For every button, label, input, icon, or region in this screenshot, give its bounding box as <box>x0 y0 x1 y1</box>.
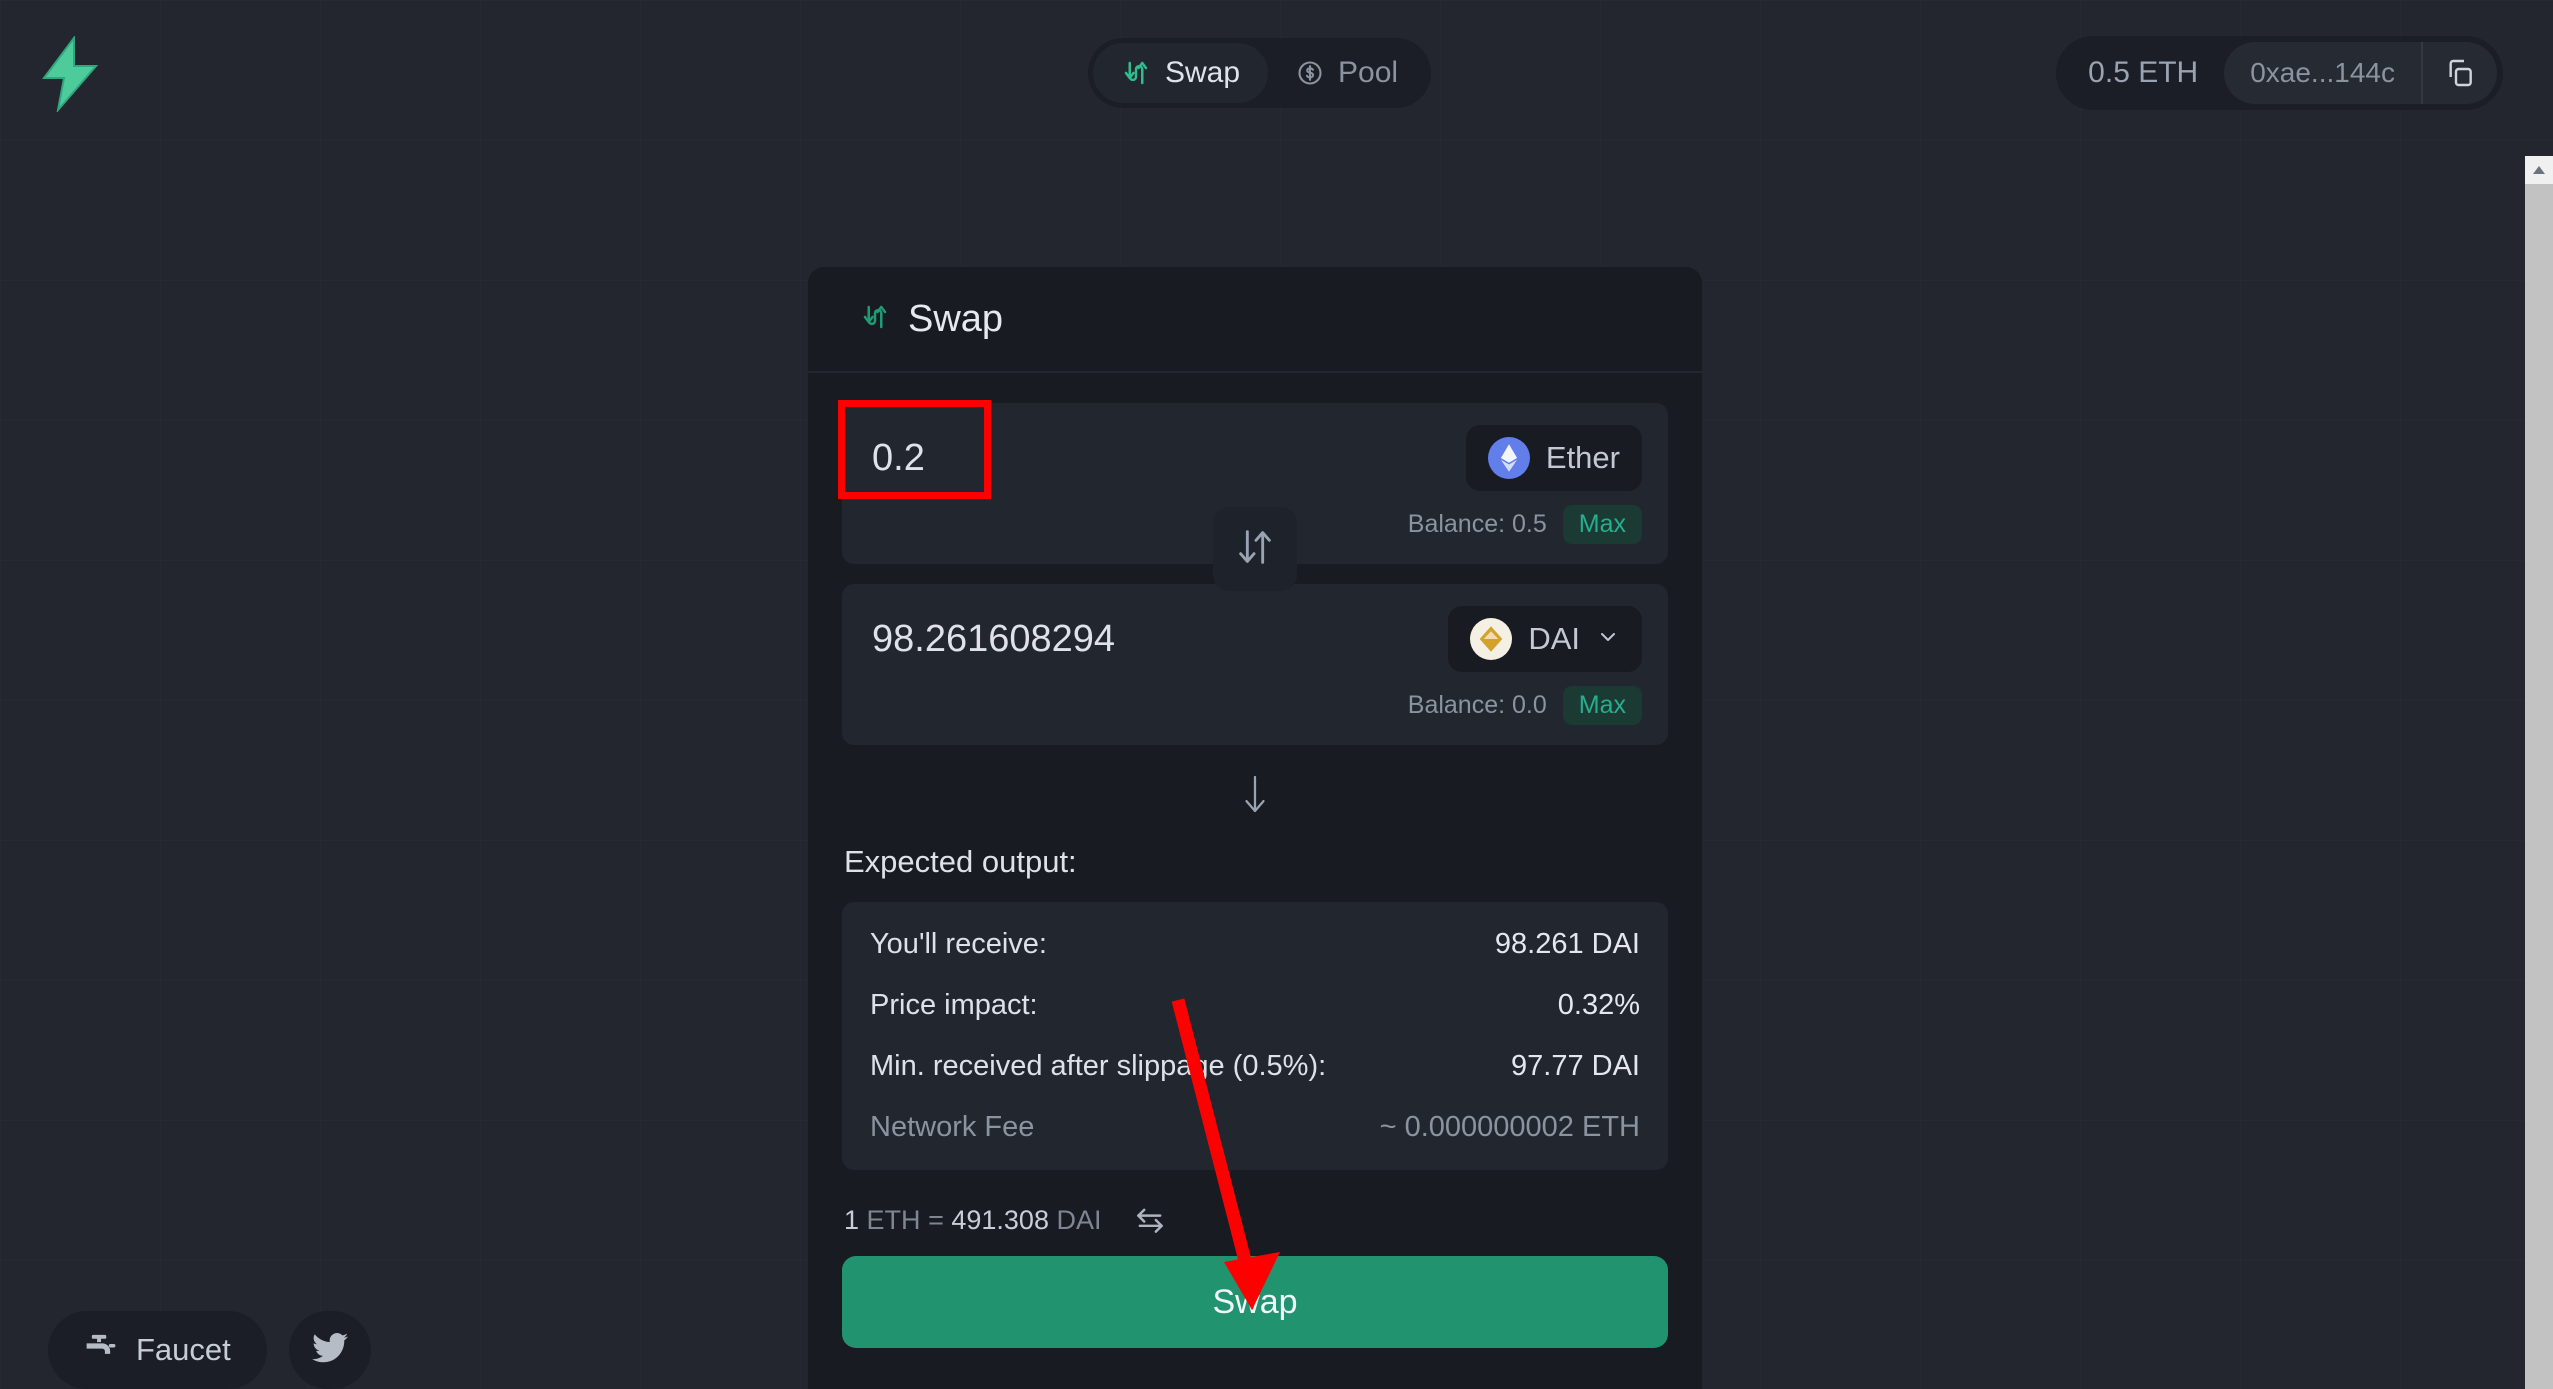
from-token-row: Ether <box>868 425 1642 491</box>
detail-row-network-fee: Network Fee ~ 0.000000002 ETH <box>870 1111 1640 1144</box>
wallet-balance: 0.5 ETH <box>2088 56 2199 89</box>
exchange-rate-text: 1 ETH = 491.308 DAI <box>844 1205 1102 1236</box>
ethereum-icon <box>1487 437 1530 479</box>
from-balance-label: Balance: 0.5 <box>1407 510 1547 538</box>
page-title: Swap <box>908 297 1004 340</box>
detail-key: Min. received after slippage (0.5%): <box>870 1050 1327 1082</box>
lightning-bolt-logo[interactable] <box>36 35 104 114</box>
to-max-button[interactable]: Max <box>1562 686 1642 725</box>
twitter-bird-icon <box>311 1332 348 1369</box>
swap-details-panel: You'll receive: 98.261 DAI Price impact:… <box>842 902 1668 1170</box>
app-root: Swap Pool 0.5 ETH 0xae...144c Swap 0.2 E… <box>0 0 2553 1389</box>
swap-arrows-icon <box>860 302 890 337</box>
from-max-button[interactable]: Max <box>1562 505 1642 544</box>
scroll-up-arrow-icon[interactable] <box>2525 156 2553 184</box>
page-scrollbar[interactable] <box>2525 156 2553 1389</box>
to-token-row: DAI <box>868 606 1642 672</box>
detail-value: 98.261 DAI <box>1494 928 1640 960</box>
expected-output-label: Expected output: <box>844 844 1077 879</box>
tab-swap-label: Swap <box>1165 56 1241 89</box>
to-token-box: DAI Balance: 0.0 Max <box>842 584 1668 745</box>
twitter-button[interactable] <box>288 1311 371 1389</box>
dai-icon <box>1470 618 1513 660</box>
faucet-label: Faucet <box>136 1332 231 1367</box>
switch-direction-button[interactable] <box>1213 507 1297 591</box>
top-bar: Swap Pool 0.5 ETH 0xae...144c <box>0 0 2553 148</box>
dollar-circle-icon <box>1296 59 1324 87</box>
detail-key: You'll receive: <box>870 928 1047 960</box>
exchange-arrows-icon[interactable] <box>1132 1204 1168 1236</box>
chevron-down-icon <box>1596 625 1620 654</box>
swap-card-header: Swap <box>808 267 1702 373</box>
detail-row-min-received: Min. received after slippage (0.5%): 97.… <box>870 1050 1640 1083</box>
to-token-selector[interactable]: DAI <box>1448 606 1642 672</box>
copy-icon[interactable] <box>2421 42 2497 104</box>
detail-row-price-impact: Price impact: 0.32% <box>870 989 1640 1022</box>
wallet-widget: 0.5 ETH 0xae...144c <box>2056 36 2503 110</box>
rate-to-unit: DAI <box>1056 1204 1102 1235</box>
detail-value: 0.32% <box>1557 989 1640 1021</box>
detail-row-receive: You'll receive: 98.261 DAI <box>870 928 1640 961</box>
main-nav-tabs: Swap Pool <box>1088 38 1432 108</box>
detail-key: Network Fee <box>870 1111 1035 1143</box>
arrow-down-icon <box>1238 771 1272 822</box>
from-token-selector[interactable]: Ether <box>1465 425 1642 491</box>
faucet-button[interactable]: Faucet <box>48 1311 267 1389</box>
swap-card: Swap Ether <box>808 267 1702 1389</box>
swap-submit-button[interactable]: Swap <box>842 1256 1668 1348</box>
to-token-label: DAI <box>1528 621 1580 656</box>
wallet-address[interactable]: 0xae...144c <box>2224 42 2421 104</box>
rate-value: 491.308 <box>951 1204 1049 1235</box>
swap-card-body: Ether Balance: 0.5 Max <box>808 373 1702 1378</box>
arrow-down-separator <box>842 771 1668 822</box>
tab-swap[interactable]: Swap <box>1093 43 1269 103</box>
detail-key: Price impact: <box>870 989 1038 1021</box>
from-amount-input[interactable] <box>868 430 1428 486</box>
from-token-label: Ether <box>1545 440 1620 475</box>
down-up-arrows-icon <box>1232 524 1278 575</box>
detail-value: 97.77 DAI <box>1511 1050 1640 1082</box>
detail-value: ~ 0.000000002 ETH <box>1379 1111 1640 1143</box>
rate-from-unit: ETH <box>866 1204 921 1235</box>
tab-pool[interactable]: Pool <box>1268 43 1426 103</box>
to-amount-input[interactable] <box>868 611 1428 667</box>
footer-actions: Faucet <box>48 1311 371 1389</box>
to-balance-label: Balance: 0.0 <box>1407 691 1547 719</box>
rate-equals: = <box>928 1204 944 1235</box>
exchange-rate-row: 1 ETH = 491.308 DAI <box>844 1204 1668 1236</box>
faucet-icon <box>84 1331 118 1369</box>
rate-amount: 1 <box>844 1204 860 1235</box>
tab-pool-label: Pool <box>1338 56 1399 89</box>
swap-arrows-icon <box>1121 58 1151 88</box>
to-balance-row: Balance: 0.0 Max <box>868 686 1642 725</box>
